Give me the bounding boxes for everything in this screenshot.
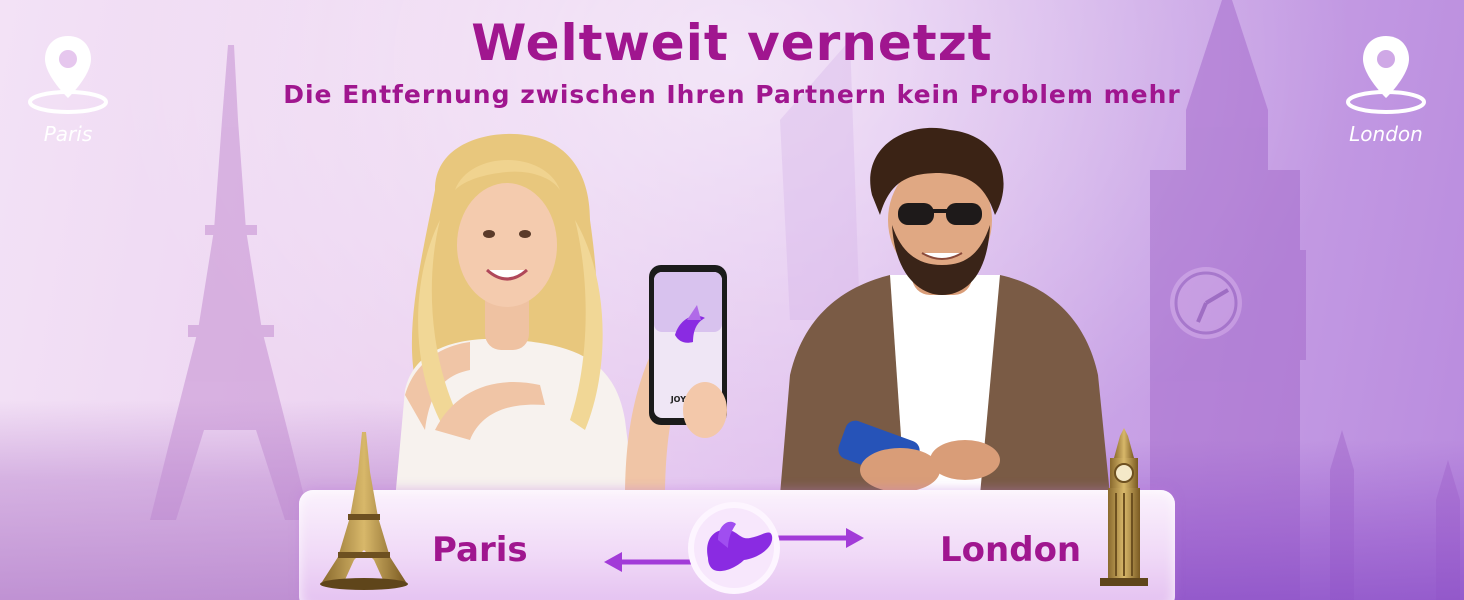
pin-label-paris: Paris <box>43 122 93 146</box>
page-title: Weltweit vernetzt <box>471 14 993 72</box>
map-pin-icon <box>1346 36 1426 114</box>
big-ben-icon <box>1100 428 1148 586</box>
location-pin-paris: Paris <box>23 32 113 146</box>
card-city-london: London <box>940 530 1082 570</box>
pin-label-london: London <box>1349 122 1423 146</box>
man-photo <box>780 127 1110 495</box>
page-subtitle: Die Entfernung zwischen Ihren Partnern k… <box>283 80 1181 109</box>
map-pin-icon <box>28 36 108 114</box>
woman-photo: JOYHUB <box>395 133 727 500</box>
location-pin-london: London <box>1341 32 1431 146</box>
connection-graphic <box>604 502 864 594</box>
card-city-paris: Paris <box>432 530 528 570</box>
banner: Weltweit vernetzt Die Entfernung zwische… <box>0 0 1464 600</box>
eiffel-tower-icon <box>320 432 408 590</box>
